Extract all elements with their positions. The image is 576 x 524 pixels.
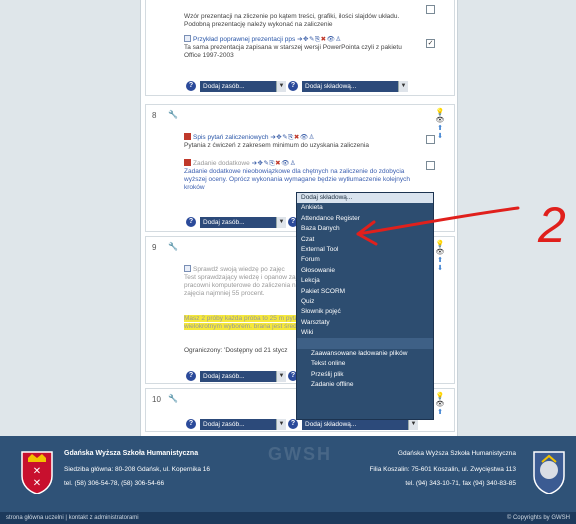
lightbulb-icon[interactable]: 💡: [434, 109, 446, 117]
help-icon[interactable]: ?: [288, 81, 298, 91]
chevron-down-icon: ▼: [398, 81, 408, 92]
help-icon[interactable]: ?: [186, 81, 196, 91]
eye-icon[interactable]: 👁: [434, 401, 446, 409]
help-icon[interactable]: ?: [186, 419, 196, 429]
resource-item: Wzór prezentacji na zliczenie po kątem t…: [184, 13, 414, 29]
pdf-icon: [184, 159, 191, 166]
section-number: 8: [152, 111, 157, 120]
dropdown-option[interactable]: Wiki: [297, 328, 433, 338]
resource-link[interactable]: Przykład poprawnej prezentacji pps: [193, 36, 295, 43]
annotation-number: 2: [537, 197, 566, 253]
help-icon[interactable]: ?: [186, 217, 196, 227]
arrow-down-icon[interactable]: ⬇: [434, 133, 446, 141]
resource-link[interactable]: Zadanie dodatkowe: [193, 160, 250, 167]
dropdown-option[interactable]: Lekcja: [297, 276, 433, 286]
dropdown-option[interactable]: Słownik pojęć: [297, 307, 433, 317]
chevron-down-icon: ▼: [276, 217, 286, 228]
arrow-up-icon[interactable]: ⬆: [434, 125, 446, 133]
visibility-checkbox[interactable]: [426, 161, 435, 170]
dropdown-option[interactable]: Zaawansowane ładowanie plików: [297, 349, 433, 359]
annotation-arrow: 2: [356, 197, 566, 253]
edit-actions[interactable]: ➔✥✎⎘✖👁♙: [252, 160, 297, 167]
resource-link[interactable]: Sprawdź swoją wiedzę po zajęc: [193, 266, 285, 273]
wrench-icon[interactable]: 🔧: [168, 110, 178, 119]
footer-right-phone: tel. (94) 343-10-71, fax (94) 340-83-85: [405, 480, 516, 487]
svg-text:✕: ✕: [33, 478, 41, 489]
chevron-down-icon: ▼: [276, 81, 286, 92]
add-resource-select[interactable]: Dodaj zasób... ▼: [200, 217, 286, 228]
quiz-icon: [184, 265, 191, 272]
restriction-text: Ograniczony: 'Dostępny od 21 stycz: [184, 347, 288, 354]
add-row: ? Dodaj zasób... ▼ ? Dodaj składową... ▼: [186, 419, 418, 430]
arrow-up-icon[interactable]: ⬆: [434, 409, 446, 417]
help-icon[interactable]: ?: [288, 419, 298, 429]
copyright-text: © Copyrights by GWSH: [506, 515, 570, 521]
dropdown-option[interactable]: Warsztaty: [297, 318, 433, 328]
lightbulb-icon[interactable]: 💡: [434, 393, 446, 401]
section-controls: 💡 👁 ⬆: [434, 393, 446, 417]
section-number: 9: [152, 243, 157, 252]
footer-left-address: Siedziba główna: 80-208 Gdańsk, ul. Kope…: [64, 466, 210, 473]
highlighted-text: Masz 2 próby każda próba to 25 m pytania…: [184, 315, 312, 330]
help-icon[interactable]: ?: [186, 371, 196, 381]
visibility-checkbox[interactable]: [426, 5, 435, 14]
dropdown-option[interactable]: Prześlij plik: [297, 370, 433, 380]
add-activity-select[interactable]: Dodaj składową... ▼: [302, 81, 408, 92]
file-icon: [184, 35, 191, 42]
footer-right-address: Filia Koszalin: 75-601 Koszalin, ul. Zwy…: [369, 466, 516, 473]
visibility-checkbox[interactable]: ✓: [426, 39, 435, 48]
resource-item: Przykład poprawnej prezentacji pps ➔✥✎⎘✖…: [184, 35, 414, 60]
dropdown-option[interactable]: Pakiet SCORM: [297, 287, 433, 297]
footer-left-phone: tel. (58) 306-54-78, (58) 306-54-66: [64, 480, 165, 487]
resource-description: Pytania z ćwiczeń z zakresem minimum do …: [184, 142, 369, 149]
add-resource-select[interactable]: Dodaj zasób... ▼: [200, 419, 286, 430]
footer-right-title: Gdańska Wyższa Szkoła Humanistyczna: [397, 450, 516, 457]
svg-text:✕: ✕: [33, 466, 41, 477]
arrow-down-icon[interactable]: ⬇: [434, 265, 446, 273]
chevron-down-icon: ▼: [276, 371, 286, 382]
chevron-down-icon: ▼: [276, 419, 286, 430]
section-controls: 💡 👁 ⬆ ⬇: [434, 109, 446, 141]
edit-actions[interactable]: ➔✥✎⎘✖👁♙: [297, 36, 342, 43]
footer-left-title: Gdańska Wyższa Szkoła Humanistyczna: [64, 450, 199, 457]
resource-description: Ta sama prezentacja zapisana w starszej …: [184, 44, 402, 59]
section-previous: Wzór prezentacji na zliczenie po kątem t…: [145, 0, 455, 96]
chevron-down-icon: ▼: [408, 419, 418, 430]
add-activity-select[interactable]: Dodaj składową... ▼: [302, 419, 418, 430]
koszalin-crest-icon: [533, 451, 565, 494]
bottom-bar: strona główna uczelni | kontakt z admini…: [0, 512, 576, 524]
add-resource-select[interactable]: Dodaj zasób... ▼: [200, 81, 286, 92]
pdf-icon: [184, 133, 191, 140]
wrench-icon[interactable]: 🔧: [168, 394, 178, 403]
resource-link[interactable]: Spis pytań zaliczeniowych: [193, 134, 269, 141]
dropdown-option[interactable]: Głosowanie: [297, 266, 433, 276]
footer-links[interactable]: strona główna uczelni | kontakt z admini…: [6, 512, 139, 524]
footer: ✕ ✕ GWSH Gdańska Wyższa Szkoła Humanisty…: [0, 436, 576, 512]
dropdown-option[interactable]: Tekst online: [297, 359, 433, 369]
dropdown-option[interactable]: Quiz: [297, 297, 433, 307]
edit-actions[interactable]: ➔✥✎⎘✖👁♙: [270, 134, 315, 141]
footer-watermark: GWSH: [268, 444, 332, 464]
section-number: 10: [152, 395, 161, 404]
eye-icon[interactable]: 👁: [434, 117, 446, 125]
add-resource-select[interactable]: Dodaj zasób... ▼: [200, 371, 286, 382]
dropdown-group-separator: [297, 338, 433, 349]
resource-description: Wzór prezentacji na zliczenie po kątem t…: [184, 13, 400, 28]
resource-item: Spis pytań zaliczeniowych ➔✥✎⎘✖👁♙ Pytani…: [184, 133, 414, 150]
add-row: ? Dodaj zasób... ▼ ? Dodaj składową... ▼: [186, 81, 408, 92]
wrench-icon[interactable]: 🔧: [168, 242, 178, 251]
dropdown-option[interactable]: Zadanie offline: [297, 380, 433, 390]
left-margin: [0, 0, 140, 436]
gdansk-crest-icon: ✕ ✕: [21, 451, 53, 494]
page: Wzór prezentacji na zliczenie po kątem t…: [0, 0, 576, 524]
